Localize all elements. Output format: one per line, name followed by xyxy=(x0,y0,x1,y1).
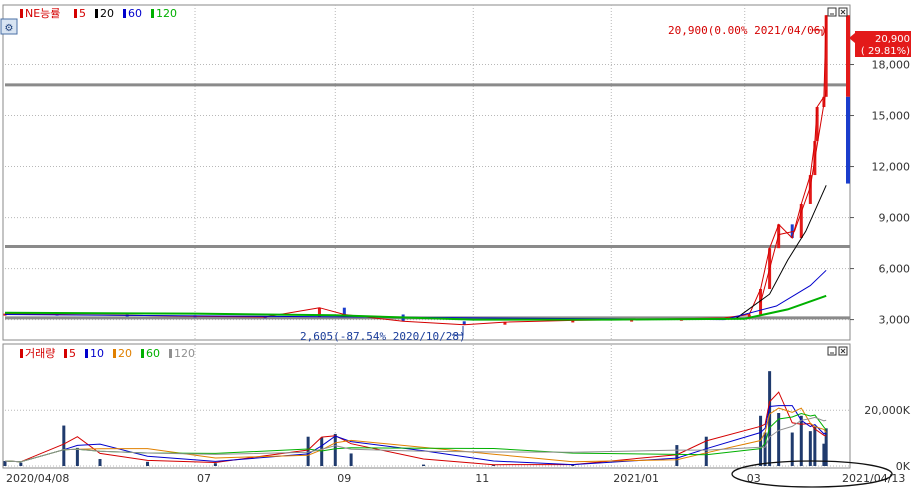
price-tick-label: 18,000 xyxy=(872,59,911,72)
price-candle xyxy=(342,307,346,315)
x-tick-label: 07 xyxy=(197,472,211,485)
volume-bar xyxy=(62,425,66,466)
price-tick-label: 15,000 xyxy=(872,110,911,123)
legend-label: 20 xyxy=(100,7,114,20)
volume-bar xyxy=(799,415,803,466)
legend-swatch xyxy=(151,9,154,18)
legend-label: 60 xyxy=(128,7,142,20)
volume-bar xyxy=(813,426,817,466)
volume-bar xyxy=(146,461,150,466)
legend-label: 5 xyxy=(69,347,76,360)
minimize-icon[interactable] xyxy=(827,7,837,17)
volume-bar xyxy=(763,432,767,466)
x-tick-label: 2021/01 xyxy=(613,472,659,485)
volume-bar xyxy=(3,460,7,466)
legend-label: 120 xyxy=(174,347,195,360)
x-tick-label: 2020/04/08 xyxy=(6,472,69,485)
legend-swatch xyxy=(141,349,144,358)
legend-label: 거래량 xyxy=(25,347,55,360)
legend-label: 5 xyxy=(79,7,86,20)
legend-label: 10 xyxy=(90,347,104,360)
volume-bar xyxy=(333,433,337,466)
legend-swatch xyxy=(74,9,77,18)
legend-swatch xyxy=(123,9,126,18)
volume-bar xyxy=(213,463,217,466)
volume-bar xyxy=(320,437,324,466)
legend-label: 60 xyxy=(146,347,160,360)
price-tick-label: 9,000 xyxy=(879,212,911,225)
volume-tick-label: 20,000K xyxy=(864,404,910,417)
volume-bar xyxy=(675,445,679,466)
current-price-change: ( 29.81%) xyxy=(861,46,910,57)
volume-bar xyxy=(75,447,79,466)
x-tick-label: 09 xyxy=(337,472,351,485)
price-tick-label: 6,000 xyxy=(879,263,911,276)
price-range-up-bar xyxy=(846,15,850,97)
legend-swatch xyxy=(64,349,67,358)
volume-bar xyxy=(98,459,102,466)
current-price-value: 20,900 xyxy=(875,34,910,45)
volume-bar xyxy=(349,453,353,466)
legend-label: 120 xyxy=(156,7,177,20)
volume-bar xyxy=(777,413,781,466)
settings-icon-glyph: ⚙ xyxy=(5,23,14,34)
legend-swatch xyxy=(95,9,98,18)
legend-label: NE능률 xyxy=(25,7,60,20)
low-annotation: 2,605(-87.54% 2020/10/28) xyxy=(300,330,466,343)
x-tick-label: 11 xyxy=(475,472,489,485)
volume-bar xyxy=(306,436,310,466)
volume-bar xyxy=(824,428,828,466)
stock-chart: 3,0006,0009,00012,00015,00018,0000K20,00… xyxy=(0,4,911,488)
price-panel-frame xyxy=(2,4,851,341)
legend-swatch xyxy=(169,349,172,358)
legend-swatch xyxy=(85,349,88,358)
high-annotation: 20,900(0.00% 2021/04/06) xyxy=(668,24,827,37)
minimize-icon[interactable] xyxy=(827,346,837,356)
price-range-down-bar xyxy=(846,96,850,184)
legend-label: 20 xyxy=(118,347,132,360)
volume-bar xyxy=(19,462,23,466)
price-tick-label: 3,000 xyxy=(879,314,911,327)
legend-swatch xyxy=(20,349,23,358)
x-tick-label: 2021/04/13 xyxy=(842,472,905,485)
volume-bar xyxy=(422,464,425,466)
legend-swatch xyxy=(113,349,116,358)
legend-swatch xyxy=(20,9,23,18)
price-tick-label: 12,000 xyxy=(872,161,911,174)
